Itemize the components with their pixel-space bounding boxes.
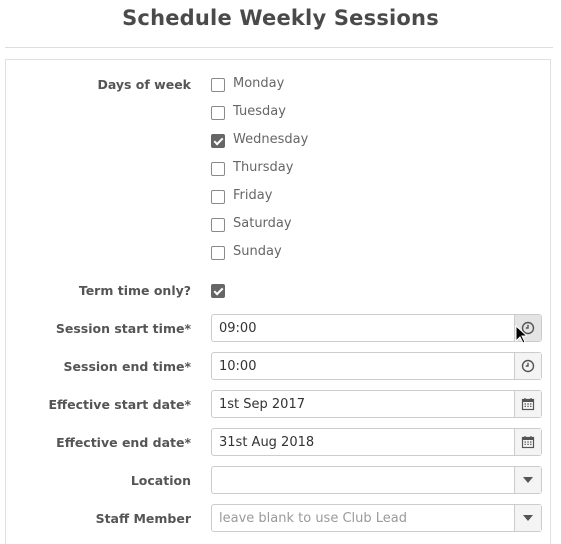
staff-member-label: Staff Member xyxy=(95,511,191,526)
checkbox-thursday-label[interactable]: Thursday xyxy=(233,160,293,175)
page-title: Schedule Weekly Sessions xyxy=(122,6,439,30)
calendar-icon[interactable] xyxy=(514,391,541,417)
checkbox-friday[interactable] xyxy=(211,190,225,204)
checkbox-term-time[interactable] xyxy=(211,284,225,298)
days-of-week-label: Days of week xyxy=(97,77,191,92)
checkbox-monday[interactable] xyxy=(211,78,225,92)
session-start-field[interactable]: 09:00 xyxy=(211,314,542,342)
checkbox-wednesday[interactable] xyxy=(211,134,225,148)
checkbox-thursday[interactable] xyxy=(211,162,225,176)
checkbox-wednesday-label[interactable]: Wednesday xyxy=(233,132,308,147)
checkbox-monday-label[interactable]: Monday xyxy=(233,76,284,91)
checkbox-sunday[interactable] xyxy=(211,246,225,260)
caret-down-icon[interactable] xyxy=(514,505,541,531)
session-end-field[interactable]: 10:00 xyxy=(211,352,542,380)
location-select[interactable] xyxy=(211,466,542,494)
checkbox-saturday-label[interactable]: Saturday xyxy=(233,216,292,231)
staff-member-select[interactable]: leave blank to use Club Lead xyxy=(211,504,542,532)
session-end-label: Session end time* xyxy=(63,359,191,374)
checkbox-friday-label[interactable]: Friday xyxy=(233,188,272,203)
staff-member-placeholder[interactable]: leave blank to use Club Lead xyxy=(219,511,407,526)
effective-start-label: Effective start date* xyxy=(48,397,191,412)
session-start-value[interactable]: 09:00 xyxy=(219,321,256,336)
location-label: Location xyxy=(130,473,191,488)
checkbox-saturday[interactable] xyxy=(211,218,225,232)
checkbox-sunday-label[interactable]: Sunday xyxy=(233,244,282,259)
session-end-value[interactable]: 10:00 xyxy=(219,359,256,374)
session-start-label: Session start time* xyxy=(55,321,191,336)
checkbox-tuesday[interactable] xyxy=(211,106,225,120)
effective-end-field[interactable]: 31st Aug 2018 xyxy=(211,428,542,456)
effective-end-label: Effective end date* xyxy=(56,435,191,450)
calendar-icon[interactable] xyxy=(514,429,541,455)
effective-start-value[interactable]: 1st Sep 2017 xyxy=(219,397,305,412)
title-divider xyxy=(5,47,553,48)
clock-icon[interactable] xyxy=(514,353,541,379)
term-time-label: Term time only? xyxy=(78,283,191,298)
caret-down-icon[interactable] xyxy=(514,467,541,493)
effective-start-field[interactable]: 1st Sep 2017 xyxy=(211,390,542,418)
mouse-cursor-icon xyxy=(515,325,527,344)
effective-end-value[interactable]: 31st Aug 2018 xyxy=(219,435,314,450)
checkbox-tuesday-label[interactable]: Tuesday xyxy=(233,104,286,119)
